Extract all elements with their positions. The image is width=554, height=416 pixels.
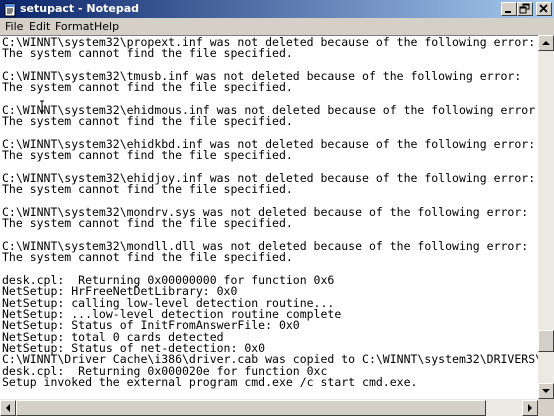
text-line: Setup invoked the external program cmd.e…: [2, 374, 418, 389]
menu-format[interactable]: Format: [55, 18, 94, 35]
text-line: The system cannot find the file specifie…: [2, 114, 293, 129]
scroll-down-button[interactable]: [538, 383, 554, 399]
close-button[interactable]: [536, 2, 552, 16]
text-line: The system cannot find the file specifie…: [2, 216, 293, 231]
maximize-button[interactable]: [517, 2, 533, 16]
arrow-up-icon: [542, 41, 550, 45]
minimize-button[interactable]: [501, 2, 517, 16]
horizontal-scrollbar[interactable]: [0, 399, 538, 416]
text-line: The system cannot find the file specifie…: [2, 80, 293, 95]
notepad-icon[interactable]: [3, 2, 17, 17]
vertical-scroll-thumb[interactable]: [538, 330, 554, 352]
horizontal-scroll-thumb[interactable]: [16, 400, 486, 416]
scroll-right-button[interactable]: [522, 400, 538, 416]
text-cursor-icon: [40, 100, 44, 112]
text-editor[interactable]: C:\WINNT\system32\propext.inf was not de…: [0, 35, 538, 399]
scroll-left-button[interactable]: [0, 400, 16, 416]
arrow-down-icon: [542, 389, 550, 393]
menu-help[interactable]: Help: [94, 18, 119, 35]
minimize-icon: [505, 11, 511, 13]
scroll-up-button[interactable]: [538, 35, 554, 51]
arrow-left-icon: [6, 404, 10, 412]
close-icon: [539, 4, 548, 13]
arrow-right-icon: [528, 404, 532, 412]
text-line: The system cannot find the file specifie…: [2, 46, 293, 61]
text-line: The system cannot find the file specifie…: [2, 182, 293, 197]
window-title: setupact - Notepad: [20, 2, 140, 15]
menu-edit[interactable]: Edit: [29, 18, 50, 35]
maximize-icon: [519, 3, 530, 14]
vertical-scrollbar[interactable]: [538, 35, 554, 399]
notepad-window: setupact - Notepad File Edit Format Help: [0, 0, 554, 416]
text-line: The system cannot find the file specifie…: [2, 250, 293, 265]
menu-bar: File Edit Format Help: [0, 18, 554, 35]
title-bar[interactable]: setupact - Notepad: [0, 0, 554, 18]
menu-file[interactable]: File: [5, 18, 23, 35]
size-grip[interactable]: [538, 399, 554, 416]
text-line: The system cannot find the file specifie…: [2, 148, 293, 163]
